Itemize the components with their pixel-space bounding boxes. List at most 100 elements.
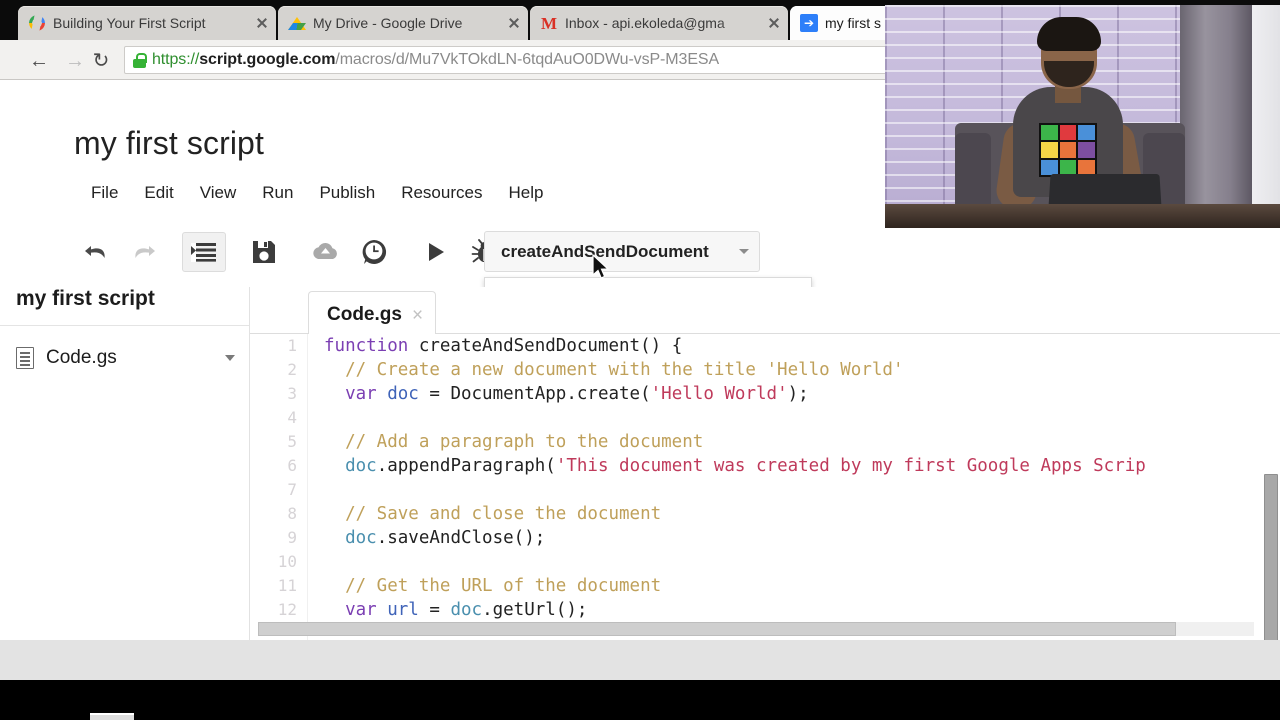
code-token: var bbox=[345, 384, 388, 404]
browser-tab-title: Inbox - api.ekoleda@gma bbox=[565, 15, 725, 31]
menu-bar: File Edit View Run Publish Resources Hel… bbox=[78, 179, 556, 207]
code-line[interactable]: // Create a new document with the title … bbox=[308, 358, 1280, 382]
code-token: 'Hello World' bbox=[650, 384, 788, 404]
menu-publish[interactable]: Publish bbox=[306, 179, 388, 207]
line-number: 11 bbox=[277, 576, 297, 595]
line-number: 7 bbox=[287, 480, 297, 499]
redo-arrow-icon[interactable] bbox=[120, 231, 168, 273]
floppy-disk-icon[interactable] bbox=[240, 231, 288, 273]
tab-close-icon[interactable] bbox=[254, 15, 270, 31]
mouse-cursor bbox=[592, 254, 610, 279]
code-line[interactable] bbox=[308, 406, 1280, 430]
close-icon[interactable]: × bbox=[412, 306, 423, 325]
code-token: // Save and close the document bbox=[324, 504, 662, 524]
page-title[interactable]: my first script bbox=[74, 125, 264, 162]
file-document-icon bbox=[16, 347, 34, 369]
lock-icon bbox=[133, 52, 147, 68]
play-triangle-icon[interactable] bbox=[412, 231, 460, 273]
code-line[interactable]: // Add a paragraph to the document bbox=[308, 430, 1280, 454]
horizontal-scrollbar[interactable] bbox=[258, 622, 1176, 636]
code-token: // Get the URL of the document bbox=[324, 576, 662, 596]
apps-script-deploy-icon bbox=[800, 14, 818, 32]
line-number: 10 bbox=[277, 552, 297, 571]
line-number: 3 bbox=[287, 384, 297, 403]
chevron-down-icon[interactable] bbox=[225, 355, 235, 361]
code-line[interactable]: // Get the URL of the document bbox=[308, 574, 1280, 598]
browser-tab-0[interactable]: Building Your First Script bbox=[18, 6, 276, 40]
menu-view[interactable]: View bbox=[187, 179, 250, 207]
code-line[interactable] bbox=[308, 478, 1280, 502]
code-token: 'This document was created by my first G… bbox=[555, 456, 1146, 476]
screen: Building Your First Script My Drive - Go… bbox=[0, 0, 1280, 720]
url-scheme: https:// bbox=[152, 51, 200, 68]
forward-button[interactable]: → bbox=[62, 48, 88, 74]
line-number: 9 bbox=[287, 528, 297, 547]
editor-tab-bar: Code.gs × bbox=[250, 287, 1280, 338]
page-bottom-strip bbox=[0, 640, 1280, 680]
code-token: = bbox=[418, 600, 451, 620]
code-token: createAndSendDocument bbox=[418, 336, 641, 356]
clock-balloon-icon[interactable] bbox=[350, 231, 398, 273]
line-number: 6 bbox=[287, 456, 297, 475]
url-host: script.google.com bbox=[199, 51, 336, 68]
code-line[interactable] bbox=[308, 550, 1280, 574]
code-token: doc bbox=[345, 528, 377, 548]
code-line[interactable]: doc.saveAndClose(); bbox=[308, 526, 1280, 550]
code-token: () { bbox=[640, 336, 683, 356]
code-lines[interactable]: function createAndSendDocument() { // Cr… bbox=[308, 334, 1280, 640]
menu-resources[interactable]: Resources bbox=[388, 179, 495, 207]
browser-tab-title: My Drive - Google Drive bbox=[313, 15, 463, 31]
code-token: url bbox=[387, 600, 419, 620]
undo-arrow-icon[interactable] bbox=[72, 231, 120, 273]
reload-button[interactable]: ↻ bbox=[88, 48, 114, 74]
code-line[interactable]: doc.appendParagraph('This document was c… bbox=[308, 454, 1280, 478]
code-line[interactable]: function createAndSendDocument() { bbox=[308, 334, 1280, 358]
browser-tab-title: Building Your First Script bbox=[53, 15, 206, 31]
line-number: 12 bbox=[277, 600, 297, 619]
editor-tab-code-gs[interactable]: Code.gs × bbox=[308, 291, 437, 338]
line-number: 2 bbox=[287, 360, 297, 379]
code-token: // Create a new document with the title … bbox=[324, 360, 904, 380]
code-line[interactable]: var doc = DocumentApp.create('Hello Worl… bbox=[308, 382, 1280, 406]
sidebar-title: my first script bbox=[16, 287, 155, 310]
sidebar-file-label: Code.gs bbox=[46, 347, 117, 368]
browser-tab-1[interactable]: My Drive - Google Drive bbox=[278, 6, 528, 40]
menu-help[interactable]: Help bbox=[495, 179, 556, 207]
gmail-icon bbox=[540, 14, 558, 32]
tab-close-icon[interactable] bbox=[506, 15, 522, 31]
code-line[interactable]: // Save and close the document bbox=[308, 502, 1280, 526]
file-sidebar: my first script Code.gs bbox=[0, 287, 250, 640]
function-select[interactable]: createAndSendDocument bbox=[484, 231, 760, 272]
code-token: doc bbox=[387, 384, 419, 404]
tab-close-icon[interactable] bbox=[766, 15, 782, 31]
code-token: // Add a paragraph to the document bbox=[324, 432, 704, 452]
code-token: function bbox=[324, 336, 419, 356]
editor-toolbar bbox=[72, 231, 508, 273]
url-path: /macros/d/Mu7VkTOkdLN-6tqdAuO0DWu-vsP-M3… bbox=[335, 51, 720, 68]
editor-tab-label: Code.gs bbox=[327, 304, 402, 325]
code-token: var bbox=[345, 600, 388, 620]
browser-tab-2[interactable]: Inbox - api.ekoleda@gma bbox=[530, 6, 788, 40]
line-number: 1 bbox=[287, 336, 297, 355]
menu-run[interactable]: Run bbox=[249, 179, 306, 207]
code-token: doc bbox=[450, 600, 483, 620]
playback-progress-marker[interactable] bbox=[90, 713, 134, 720]
indent-lines-icon[interactable] bbox=[182, 232, 226, 272]
code-line[interactable]: var url = doc.getUrl(); bbox=[308, 598, 1280, 622]
code-token: = DocumentApp.create( bbox=[418, 384, 651, 404]
code-token: ); bbox=[787, 384, 809, 404]
code-token: .saveAndClose(); bbox=[376, 528, 546, 548]
google-drive-icon bbox=[288, 14, 306, 32]
back-button[interactable]: ← bbox=[26, 48, 52, 74]
code-area[interactable]: 1 2 3 4 5 6 7 8 9 10 11 12 function createAndSendDo… bbox=[250, 334, 1280, 640]
presenter-webcam-video bbox=[885, 5, 1280, 228]
menu-file[interactable]: File bbox=[78, 179, 131, 207]
code-token: doc bbox=[345, 456, 377, 476]
sidebar-file-code-gs[interactable]: Code.gs bbox=[0, 339, 249, 377]
cloud-upload-icon[interactable] bbox=[302, 231, 350, 273]
menu-edit[interactable]: Edit bbox=[131, 179, 186, 207]
vertical-scrollbar[interactable] bbox=[1264, 474, 1278, 640]
